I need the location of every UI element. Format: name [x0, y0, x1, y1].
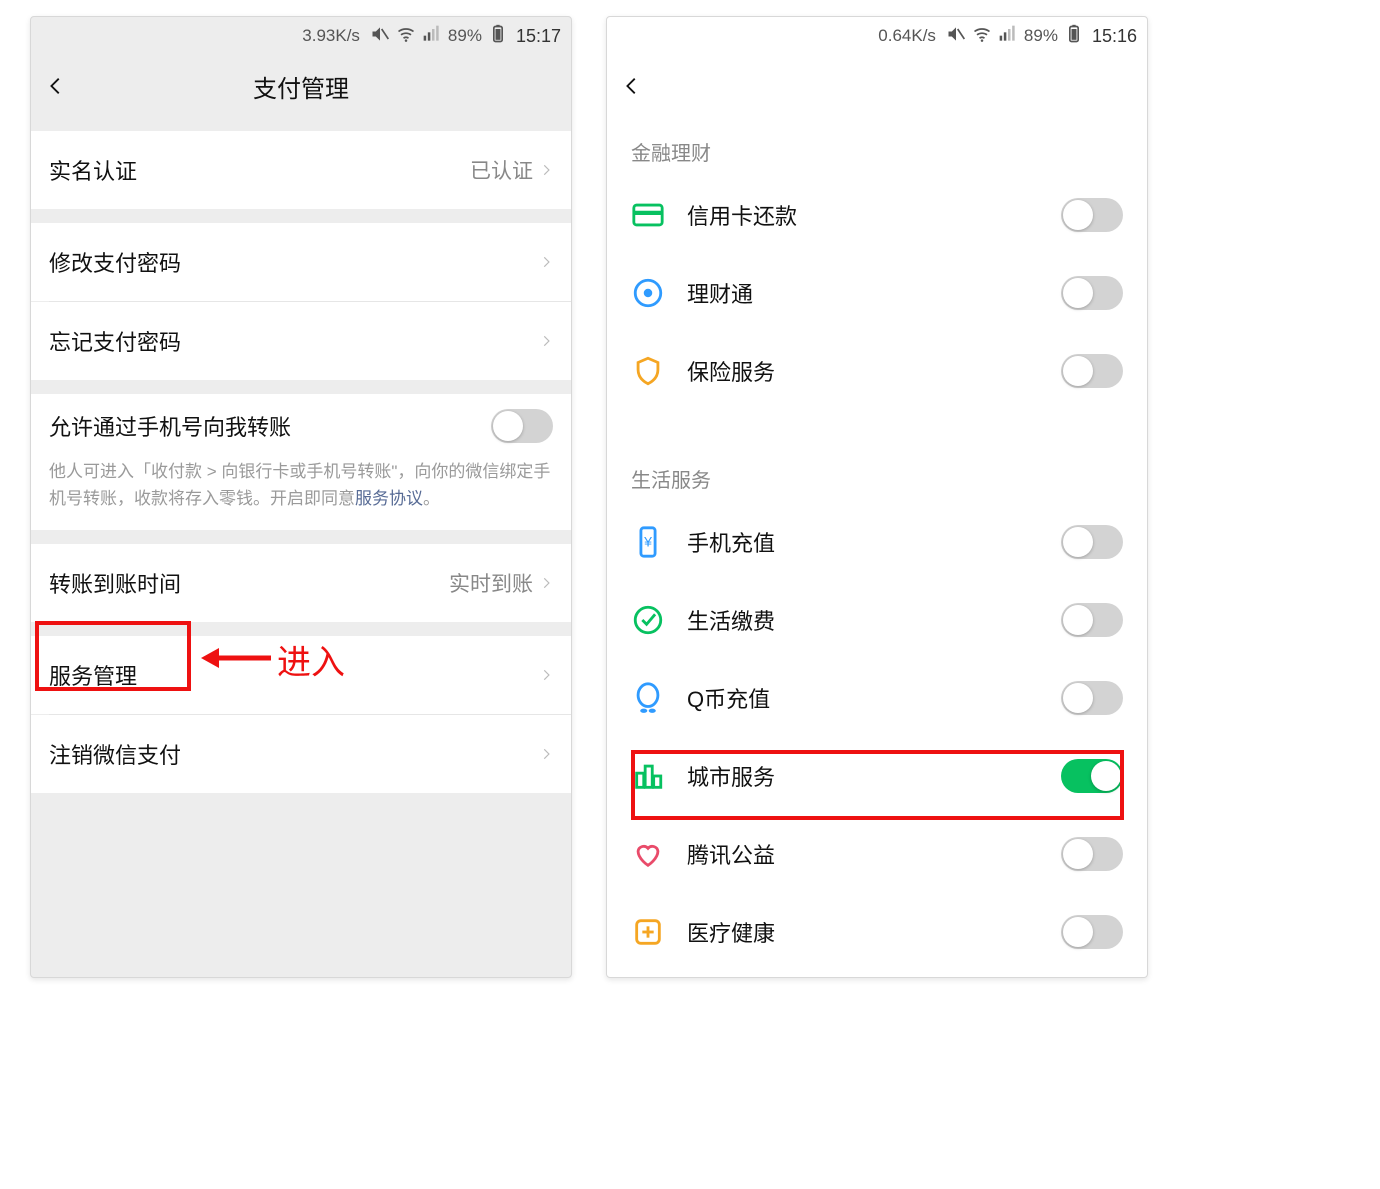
toggle[interactable] — [1061, 759, 1123, 793]
page-title: 支付管理 — [31, 69, 571, 104]
statusbar-left: 3.93K/s 89% 15:17 — [31, 17, 571, 55]
wifi-icon — [972, 24, 992, 49]
service-label: 手机充值 — [687, 526, 1061, 558]
row-change-password[interactable]: 修改支付密码 — [31, 223, 571, 301]
service-row-charity[interactable]: 腾讯公益 — [607, 815, 1147, 893]
back-icon[interactable] — [621, 75, 643, 97]
service-row-credit[interactable]: 信用卡还款 — [607, 176, 1147, 254]
toggle[interactable] — [1061, 603, 1123, 637]
net-speed: 0.64K/s — [878, 26, 936, 46]
insurance-icon — [631, 354, 665, 388]
service-row-city[interactable]: 城市服务 — [607, 737, 1147, 815]
navbar-left: 支付管理 — [31, 55, 571, 117]
service-row-insurance[interactable]: 保险服务 — [607, 332, 1147, 410]
service-row-bills[interactable]: 生活缴费 — [607, 581, 1147, 659]
chevron-right-icon — [539, 330, 553, 352]
chevron-right-icon — [539, 251, 553, 273]
row-label: 修改支付密码 — [49, 246, 539, 278]
row-allow-phone-desc: 他人可进入「收付款 > 向银行卡或手机号转账"，向你的微信绑定手机号转账，收款将… — [31, 458, 571, 530]
toggle[interactable] — [1061, 915, 1123, 949]
service-label: 生活缴费 — [687, 604, 1061, 636]
mute-icon — [370, 24, 390, 49]
row-label: 实名认证 — [49, 154, 470, 186]
battery-percent: 89% — [1024, 26, 1058, 46]
navbar-right — [607, 55, 1147, 117]
chevron-right-icon — [539, 572, 553, 594]
toggle[interactable] — [1061, 354, 1123, 388]
battery-icon — [488, 24, 508, 49]
phone-right: 0.64K/s 89% 15:16 金融理财 信用卡还款 理财通 保险服务 生活… — [606, 16, 1148, 978]
toggle-allow-phone[interactable] — [491, 409, 553, 443]
charity-icon — [631, 837, 665, 871]
service-row-qcoin[interactable]: Q币充值 — [607, 659, 1147, 737]
chevron-right-icon — [539, 743, 553, 765]
row-arrive-time[interactable]: 转账到账时间 实时到账 — [31, 544, 571, 622]
service-agreement-link[interactable]: 服务协议 — [355, 489, 423, 508]
toggle[interactable] — [1061, 837, 1123, 871]
toggle[interactable] — [1061, 276, 1123, 310]
net-speed: 3.93K/s — [302, 26, 360, 46]
row-value: 已认证 — [470, 155, 533, 185]
service-row-licaitong[interactable]: 理财通 — [607, 254, 1147, 332]
battery-percent: 89% — [448, 26, 482, 46]
chevron-right-icon — [539, 664, 553, 686]
city-service-icon — [631, 759, 665, 793]
phone-topup-icon: ¥ — [631, 525, 665, 559]
svg-text:¥: ¥ — [643, 534, 652, 550]
clock: 15:16 — [1092, 26, 1137, 47]
service-label: 保险服务 — [687, 355, 1061, 387]
service-label: 腾讯公益 — [687, 838, 1061, 870]
statusbar-right: 0.64K/s 89% 15:16 — [607, 17, 1147, 55]
service-label: 城市服务 — [687, 760, 1061, 792]
signal-icon — [422, 24, 442, 49]
mute-icon — [946, 24, 966, 49]
bills-icon — [631, 603, 665, 637]
licaitong-icon — [631, 276, 665, 310]
service-label: Q币充值 — [687, 682, 1061, 714]
battery-icon — [1064, 24, 1084, 49]
toggle[interactable] — [1061, 525, 1123, 559]
row-label: 转账到账时间 — [49, 567, 449, 599]
section-title-finance: 金融理财 — [607, 117, 1147, 176]
service-label: 信用卡还款 — [687, 199, 1061, 231]
row-label: 忘记支付密码 — [49, 325, 539, 357]
service-label: 医疗健康 — [687, 916, 1061, 948]
row-label: 注销微信支付 — [49, 738, 539, 770]
health-icon — [631, 915, 665, 949]
service-row-topup[interactable]: ¥ 手机充值 — [607, 503, 1147, 581]
phone-left: 3.93K/s 89% 15:17 支付管理 实名认证 已认证 修改支付密码 忘… — [30, 16, 572, 978]
service-row-health[interactable]: 医疗健康 — [607, 893, 1147, 971]
credit-card-icon — [631, 198, 665, 232]
wifi-icon — [396, 24, 416, 49]
row-cancel-wechatpay[interactable]: 注销微信支付 — [31, 715, 571, 793]
signal-icon — [998, 24, 1018, 49]
row-label: 服务管理 — [49, 659, 539, 691]
row-service-manage[interactable]: 服务管理 — [31, 636, 571, 714]
row-forgot-password[interactable]: 忘记支付密码 — [31, 302, 571, 380]
row-allow-phone-transfer[interactable]: 允许通过手机号向我转账 — [31, 394, 571, 458]
row-realname[interactable]: 实名认证 已认证 — [31, 131, 571, 209]
service-label: 理财通 — [687, 277, 1061, 309]
toggle[interactable] — [1061, 681, 1123, 715]
toggle[interactable] — [1061, 198, 1123, 232]
qcoin-icon — [631, 681, 665, 715]
row-value: 实时到账 — [449, 568, 533, 598]
back-icon[interactable] — [45, 75, 67, 97]
section-title-life: 生活服务 — [607, 444, 1147, 503]
chevron-right-icon — [539, 159, 553, 181]
clock: 15:17 — [516, 26, 561, 47]
row-label: 允许通过手机号向我转账 — [49, 410, 491, 442]
